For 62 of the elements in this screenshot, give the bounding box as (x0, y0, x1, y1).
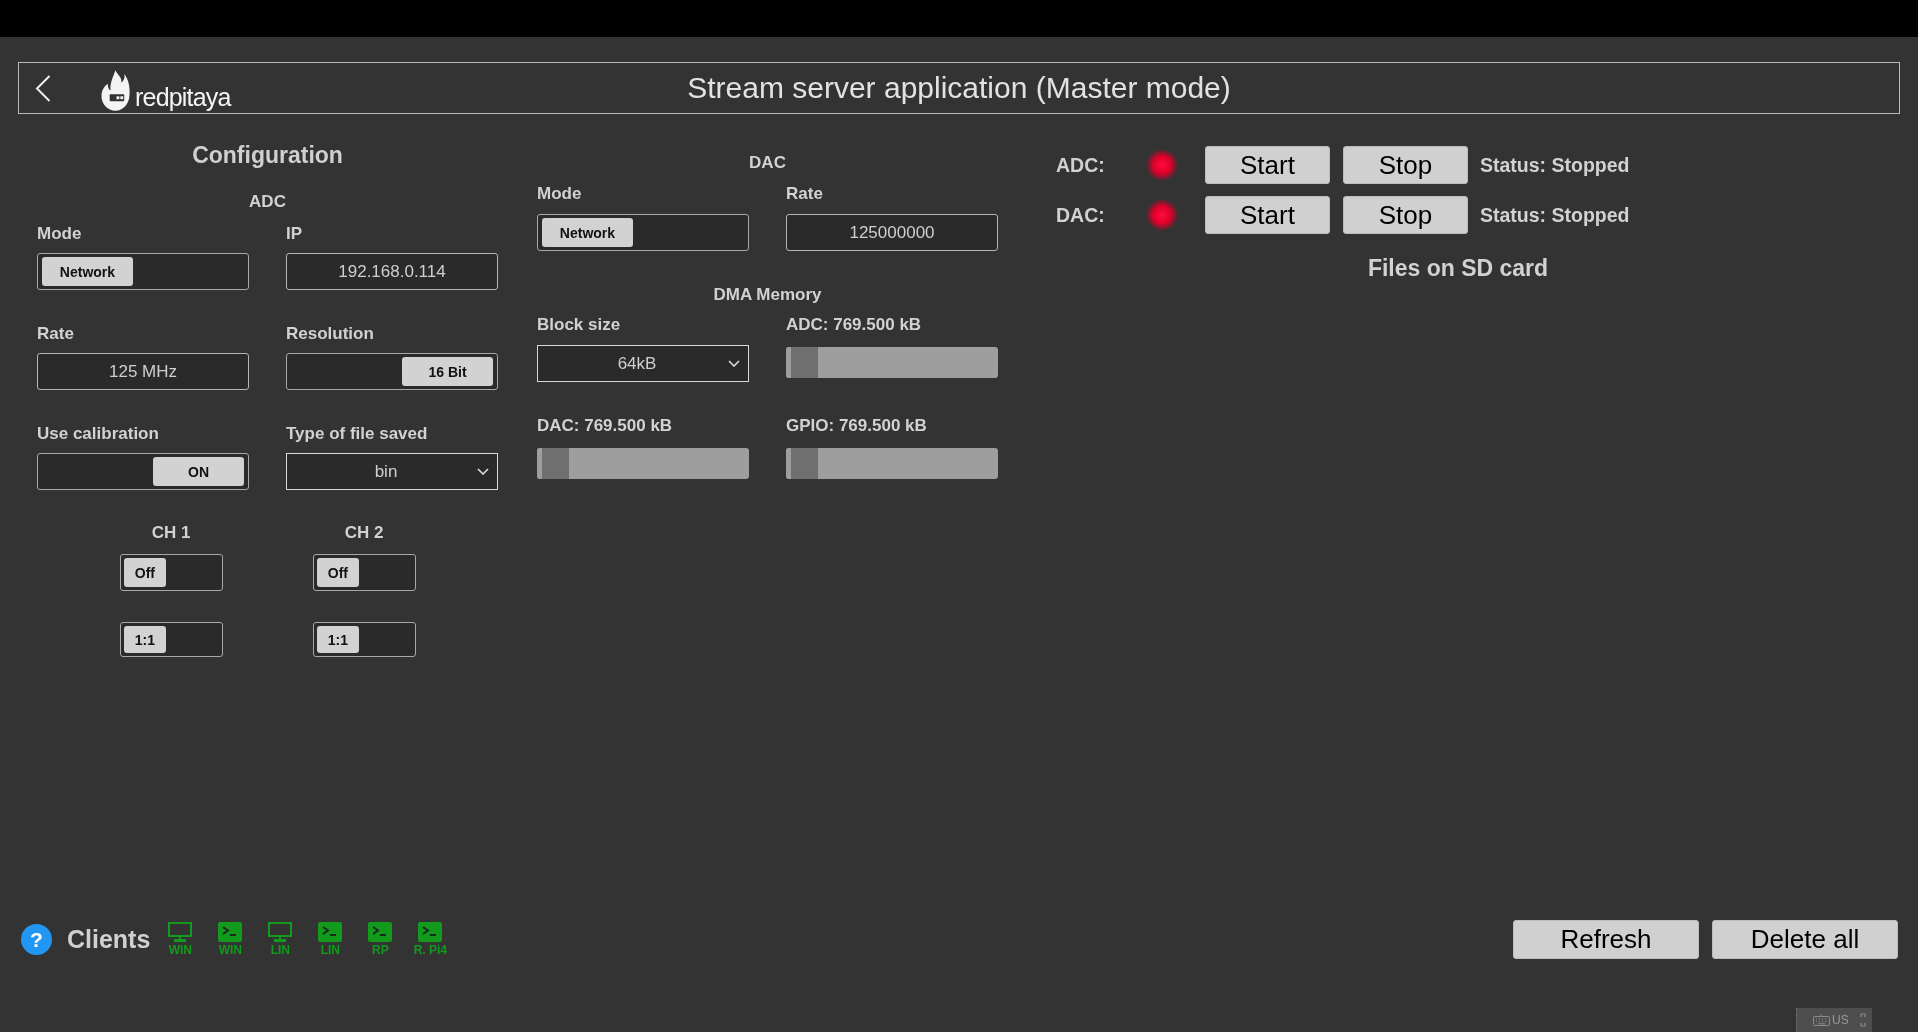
slider-track[interactable] (537, 448, 749, 479)
section-subtitle: ADC (248, 192, 287, 212)
field-label: Rate (786, 184, 824, 204)
field-label: Type of file saved (286, 424, 429, 444)
stream-label: DAC: (1056, 203, 1106, 227)
toggle-switch[interactable]: Off (312, 554, 416, 591)
field-label: Rate (37, 324, 75, 344)
slider-track[interactable] (786, 347, 998, 378)
toggle-switch[interactable]: Network (37, 253, 249, 290)
field-label: Resolution (286, 324, 375, 344)
field-label: Use calibration (37, 424, 160, 444)
keyboard-layout-label: US (1832, 1013, 1849, 1027)
field-label: DAC: 769.500 kB (537, 416, 674, 436)
dropdown[interactable]: 64kB (537, 345, 749, 382)
field-label: Mode (537, 184, 583, 204)
keyboard-icon (1813, 1014, 1830, 1026)
status-text: Status: Stopped (1480, 153, 1630, 177)
text-field[interactable]: 125000000 (786, 214, 998, 251)
bracket-icon (1860, 1013, 1866, 1027)
field-label: IP (286, 224, 304, 244)
toggle-switch[interactable]: 16 Bit (286, 353, 498, 390)
terminal-icon (318, 922, 343, 942)
terminal-icon (368, 922, 393, 942)
start-button[interactable]: Start (1205, 196, 1330, 234)
section-title: Configuration (191, 141, 344, 169)
field-label: GPIO: 769.500 kB (786, 416, 928, 436)
monitor-icon (268, 922, 293, 942)
section-subtitle: DMA Memory (712, 285, 823, 305)
channel-label: CH 2 (344, 523, 384, 543)
stop-button[interactable]: Stop (1343, 146, 1468, 184)
clients-title: Clients (67, 925, 151, 954)
delete-all-button[interactable]: Delete all (1712, 920, 1898, 959)
stream-label: ADC: (1056, 153, 1106, 177)
chevron-down-icon (728, 360, 740, 367)
refresh-button[interactable]: Refresh (1513, 920, 1699, 959)
channel-label: CH 1 (151, 523, 191, 543)
page-title: Stream server application (Master mode) (687, 71, 1231, 105)
toggle-switch[interactable]: Off (119, 554, 223, 591)
chevron-down-icon (477, 468, 489, 475)
flame-icon (101, 70, 130, 111)
back-button[interactable] (35, 74, 51, 102)
chevron-left-icon (35, 74, 51, 102)
terminal-icon (418, 922, 443, 942)
start-button[interactable]: Start (1205, 146, 1330, 184)
logo-text: redpitaya (135, 85, 231, 110)
toggle-switch[interactable]: 1:1 (312, 622, 416, 657)
toggle-switch[interactable]: 1:1 (119, 622, 223, 657)
text-field[interactable]: 125 MHz (37, 353, 249, 390)
section-subtitle: DAC (748, 153, 787, 173)
section-title: Files on SD card (1366, 255, 1550, 281)
slider-track[interactable] (786, 448, 998, 479)
text-field[interactable]: 192.168.0.114 (286, 253, 498, 290)
field-label: ADC: 769.500 kB (786, 315, 923, 335)
field-label: Block size (537, 315, 622, 335)
dropdown[interactable]: bin (286, 453, 498, 490)
monitor-icon (168, 922, 193, 942)
field-label: Mode (37, 224, 83, 244)
toggle-switch[interactable]: ON (37, 453, 249, 490)
stop-button[interactable]: Stop (1343, 196, 1468, 234)
toggle-switch[interactable]: Network (537, 214, 749, 251)
status-text: Status: Stopped (1480, 203, 1630, 227)
terminal-icon (218, 922, 243, 942)
